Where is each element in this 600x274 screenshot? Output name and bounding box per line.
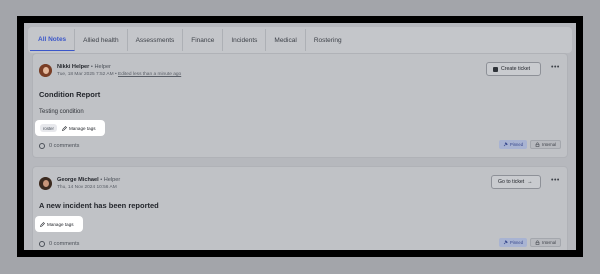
tab-assessments[interactable]: Assessments: [128, 29, 184, 51]
internal-badge[interactable]: Internal: [530, 238, 561, 247]
manage-tags-button[interactable]: Manage tags: [40, 222, 74, 227]
tab-finance[interactable]: Finance: [183, 29, 224, 51]
note-badges: Pinned Internal: [498, 238, 561, 247]
tab-rostering[interactable]: Rostering: [306, 29, 350, 51]
internal-label: Internal: [542, 240, 556, 245]
note-meta: Tue, 18 Mar 2025 7:52 AM • Edited less t…: [57, 72, 181, 77]
create-ticket-button[interactable]: Create ticket: [486, 62, 541, 76]
edited-link[interactable]: Edited less than a minute ago: [118, 72, 181, 77]
avatar[interactable]: [39, 64, 52, 77]
author-role: Helper: [103, 177, 121, 183]
more-options-icon[interactable]: •••: [551, 64, 560, 71]
note-title: Condition Report: [39, 90, 101, 99]
notes-panel: All Notes Allied health Assessments Fina…: [24, 23, 576, 250]
create-ticket-label: Create ticket: [501, 66, 531, 72]
avatar[interactable]: [39, 177, 52, 190]
note-body: Testing condition: [39, 109, 84, 115]
comments-toggle[interactable]: 0 comments: [39, 241, 79, 247]
pin-icon: [503, 240, 508, 245]
tab-allied-health[interactable]: Allied health: [75, 29, 128, 51]
lock-icon: [535, 240, 540, 245]
note-badges: Pinned Internal: [498, 140, 561, 149]
note-author-line: George Michael • Helper: [57, 177, 120, 183]
comments-count: 0 comments: [49, 143, 80, 149]
tag-chip[interactable]: roster: [40, 124, 57, 132]
author-separator: •: [100, 177, 103, 183]
tab-medical[interactable]: Medical: [266, 29, 306, 51]
go-to-ticket-button[interactable]: Go to ticket →: [491, 175, 541, 189]
tags-area: roster Manage tags: [35, 120, 105, 136]
pinned-badge[interactable]: Pinned: [498, 238, 528, 247]
comments-toggle[interactable]: 0 comments: [39, 143, 79, 149]
go-to-ticket-label: Go to ticket: [498, 179, 525, 185]
tab-all-notes[interactable]: All Notes: [30, 29, 76, 51]
meta-separator: •: [114, 72, 117, 77]
pencil-icon: [40, 221, 45, 227]
note-timestamp: Thu, 14 Nov 2024 10:56 AM: [57, 185, 117, 190]
manage-tags-label: Manage tags: [47, 221, 74, 227]
comment-icon: [39, 143, 45, 149]
manage-tags-button[interactable]: Manage tags: [62, 126, 96, 131]
more-options-icon[interactable]: •••: [551, 177, 560, 184]
lock-icon: [535, 142, 540, 147]
arrow-right-icon: →: [527, 179, 533, 185]
author-separator: •: [90, 64, 93, 70]
internal-badge[interactable]: Internal: [530, 140, 561, 149]
manage-tags-label: Manage tags: [68, 125, 96, 131]
internal-label: Internal: [542, 142, 556, 147]
tab-bar: All Notes Allied health Assessments Fina…: [28, 27, 572, 53]
tags-area: Manage tags: [35, 216, 83, 232]
pinned-label: Pinned: [509, 142, 524, 147]
tab-incidents[interactable]: Incidents: [223, 29, 267, 51]
note-card: George Michael • Helper Thu, 14 Nov 2024…: [32, 166, 568, 250]
ticket-icon: [493, 66, 498, 72]
pin-icon: [503, 142, 508, 147]
pinned-label: Pinned: [509, 240, 524, 245]
author-name[interactable]: George Michael: [57, 177, 99, 183]
pinned-badge[interactable]: Pinned: [498, 140, 528, 149]
comments-count: 0 comments: [49, 241, 80, 247]
note-title: A new incident has been reported: [39, 201, 159, 210]
note-author-line: Nikki Helper • Helper: [57, 64, 111, 70]
comment-icon: [39, 241, 45, 247]
pencil-icon: [62, 125, 67, 131]
note-card: Nikki Helper • Helper Tue, 18 Mar 2025 7…: [32, 53, 568, 158]
note-meta: Thu, 14 Nov 2024 10:56 AM: [57, 185, 117, 190]
author-role: Helper: [94, 64, 111, 70]
author-name[interactable]: Nikki Helper: [57, 64, 89, 70]
note-timestamp: Tue, 18 Mar 2025 7:52 AM: [57, 72, 114, 77]
